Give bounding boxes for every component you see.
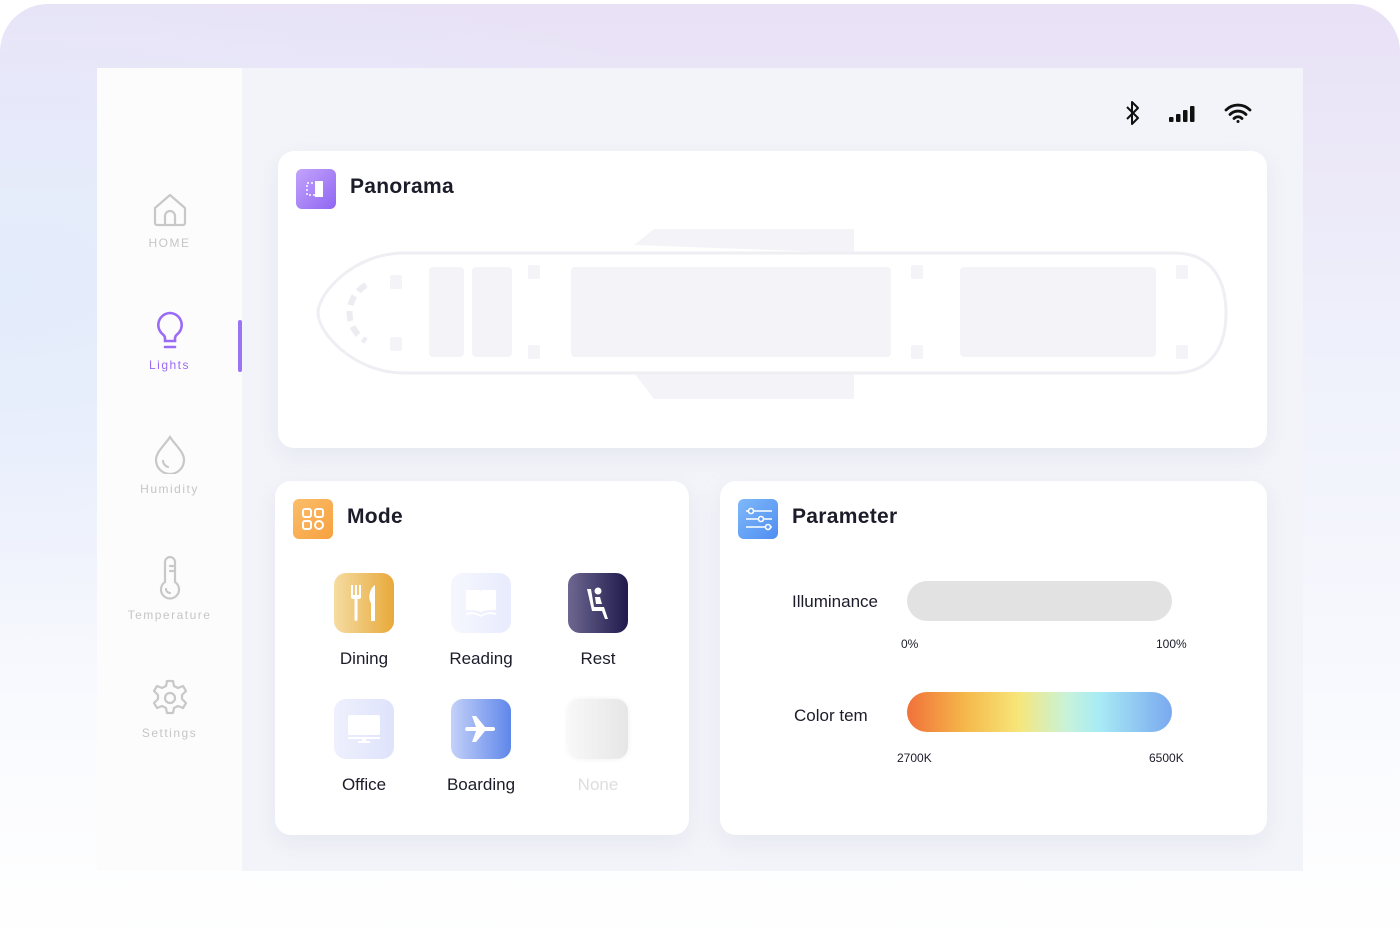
- monitor-icon: [334, 699, 394, 759]
- seat-icon: [568, 573, 628, 633]
- signal-icon: [1169, 106, 1195, 122]
- card-title: Panorama: [350, 175, 454, 198]
- color-temp-min: 2700K: [897, 751, 932, 765]
- panorama-icon: [296, 169, 336, 209]
- app-panel: HOME Lights Humidity Temperature Setting…: [97, 68, 1303, 871]
- sidebar-item-humidity[interactable]: Humidity: [97, 434, 242, 496]
- lightbulb-icon: [156, 311, 183, 349]
- mode-label: Rest: [580, 649, 616, 668]
- bluetooth-icon: [1126, 101, 1139, 125]
- mode-label: Office: [341, 775, 387, 794]
- card-title: Parameter: [792, 505, 898, 528]
- sidebar-item-settings[interactable]: Settings: [97, 678, 242, 740]
- mode-boarding[interactable]: Boarding: [431, 699, 531, 795]
- droplet-icon: [154, 435, 185, 474]
- home-icon: [153, 193, 186, 227]
- mode-label: None: [577, 775, 619, 794]
- color-temp-max: 6500K: [1149, 751, 1184, 765]
- blank-icon: [568, 699, 628, 759]
- mode-dining[interactable]: Dining: [314, 573, 414, 669]
- mode-office[interactable]: Office: [314, 699, 414, 795]
- illuminance-label: Illuminance: [792, 592, 878, 611]
- sidebar-item-home[interactable]: HOME: [97, 192, 242, 250]
- sidebar: HOME Lights Humidity Temperature Setting…: [97, 68, 242, 871]
- sliders-icon: [738, 499, 778, 539]
- book-icon: [451, 573, 511, 633]
- fork-knife-icon: [334, 573, 394, 633]
- mode-card: Mode Dining Reading Rest Office Boarding…: [275, 481, 689, 835]
- sidebar-item-label: Settings: [141, 726, 198, 740]
- mode-none[interactable]: None: [548, 699, 648, 795]
- ship-floorplan[interactable]: [314, 223, 1234, 403]
- mode-reading[interactable]: Reading: [431, 573, 531, 669]
- color-temp-slider[interactable]: [907, 692, 1172, 732]
- mode-label: Reading: [449, 649, 513, 668]
- parameter-card: Parameter Illuminance 0% 100% Color tem …: [720, 481, 1267, 835]
- illuminance-min: 0%: [901, 637, 919, 651]
- thermometer-icon: [159, 556, 180, 600]
- mode-rest[interactable]: Rest: [548, 573, 648, 669]
- wifi-icon: [1224, 103, 1252, 123]
- sidebar-item-lights[interactable]: Lights: [97, 310, 242, 372]
- panorama-card: Panorama: [278, 151, 1267, 448]
- sidebar-item-label: Temperature: [127, 608, 212, 622]
- mode-label: Boarding: [446, 775, 516, 794]
- mode-grid-icon: [293, 499, 333, 539]
- illuminance-slider[interactable]: [907, 581, 1172, 621]
- gear-icon: [152, 679, 187, 715]
- mode-label: Dining: [339, 649, 389, 668]
- airplane-icon: [451, 699, 511, 759]
- sidebar-item-label: Humidity: [140, 482, 199, 496]
- sidebar-item-label: Lights: [148, 358, 191, 372]
- sidebar-item-temperature[interactable]: Temperature: [97, 556, 242, 622]
- active-indicator: [238, 320, 242, 372]
- illuminance-max: 100%: [1156, 637, 1187, 651]
- color-temp-label: Color tem: [794, 706, 868, 725]
- sidebar-item-label: HOME: [148, 236, 191, 250]
- card-title: Mode: [347, 505, 404, 528]
